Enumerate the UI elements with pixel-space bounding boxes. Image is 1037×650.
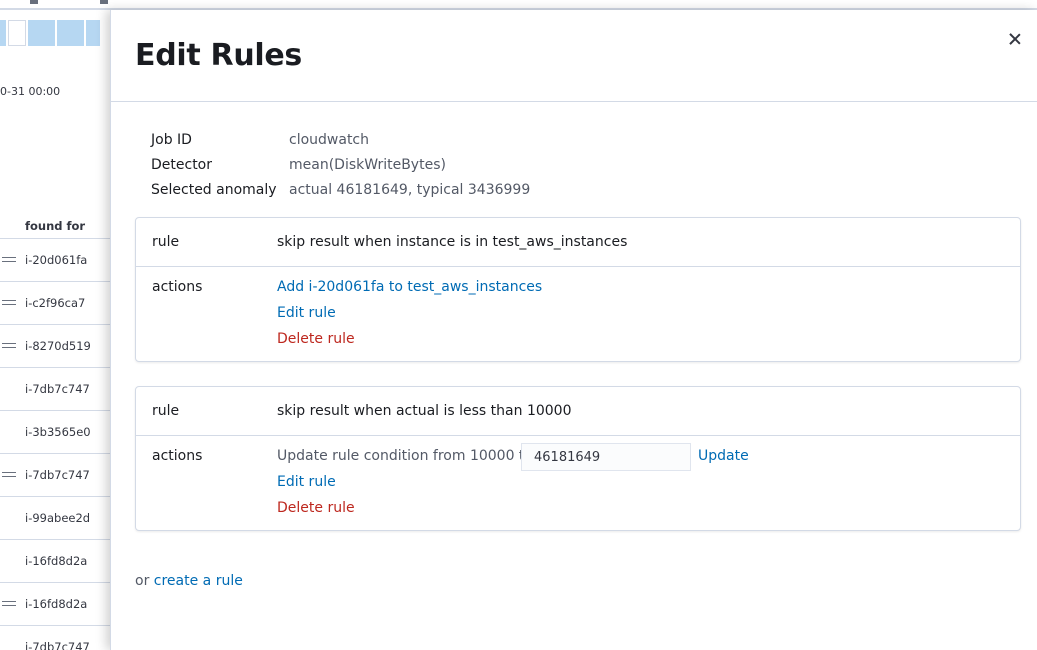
description-row: Detector mean(DiskWriteBytes): [151, 157, 530, 182]
create-rule-link[interactable]: create a rule: [154, 573, 243, 589]
rule-panel: rule skip result when actual is less tha…: [135, 386, 1021, 531]
description-row: Job ID cloudwatch: [151, 132, 530, 157]
delete-rule-link[interactable]: Delete rule: [277, 331, 355, 347]
actions-list: Update rule condition from 10000 to Upda…: [277, 443, 749, 526]
swimlane-cells: [0, 20, 100, 46]
toolbar-icon: [30, 0, 38, 4]
toolbar-icon: [100, 0, 108, 4]
job-id-label: Job ID: [151, 132, 192, 148]
found-for-value: i-99abee2d: [25, 511, 91, 525]
rule-settings-icon: [2, 601, 16, 609]
add-to-filter-link[interactable]: Add i-20d061fa to test_aws_instances: [277, 279, 542, 295]
rule-panel: rule skip result when instance is in tes…: [135, 217, 1021, 362]
job-id-value: cloudwatch: [289, 132, 370, 148]
close-icon[interactable]: [1007, 31, 1023, 47]
rule-settings-icon: [2, 300, 16, 308]
rule-settings-icon: [2, 257, 16, 265]
table-row[interactable]: i-99abee2d: [0, 497, 112, 540]
found-for-value: i-20d061fa: [25, 253, 88, 267]
flyout-title: Edit Rules: [135, 38, 302, 73]
detector-value: mean(DiskWriteBytes): [289, 157, 446, 173]
actions-label: actions: [152, 448, 203, 464]
swimlane-cell[interactable]: [28, 20, 55, 46]
background-page: 0-31 00:00 found for i-20d061fa i-c2f96ca…: [0, 0, 112, 650]
found-for-value: i-c2f96ca7: [25, 296, 86, 310]
found-for-value: i-3b3565e0: [25, 425, 91, 439]
table-row[interactable]: i-8270d519: [0, 325, 112, 368]
table-row[interactable]: i-20d061fa: [0, 239, 112, 282]
rule-label: rule: [152, 403, 180, 419]
anomalies-table: i-20d061fa i-c2f96ca7 i-8270d519 i-7db7c747…: [0, 238, 112, 650]
anomaly-description: Job ID cloudwatch Detector mean(DiskWrit…: [151, 132, 530, 207]
found-for-value: i-8270d519: [25, 339, 91, 353]
edit-rule-link[interactable]: Edit rule: [277, 474, 336, 490]
selected-anomaly-value: actual 46181649, typical 3436999: [289, 182, 531, 198]
table-row[interactable]: i-7db7c747: [0, 454, 112, 497]
rule-settings-icon: [2, 343, 16, 351]
table-row[interactable]: i-3b3565e0: [0, 411, 112, 454]
rule-row: rule skip result when actual is less tha…: [136, 387, 1020, 436]
found-for-value: i-7db7c747: [25, 640, 90, 650]
table-row[interactable]: i-16fd8d2a: [0, 540, 112, 583]
actions-label: actions: [152, 279, 203, 295]
create-rule-footer: or create a rule: [135, 573, 243, 589]
divider: [111, 101, 1037, 102]
delete-rule-link[interactable]: Delete rule: [277, 500, 355, 516]
swimlane-time-label: 0-31 00:00: [0, 85, 61, 98]
edit-rule-link[interactable]: Edit rule: [277, 305, 336, 321]
found-for-value: i-7db7c747: [25, 382, 90, 396]
swimlane-cell[interactable]: [0, 20, 6, 46]
swimlane-cell[interactable]: [8, 20, 26, 46]
update-condition-text: Update rule condition from 10000 to: [277, 448, 533, 464]
edit-rules-flyout: Edit Rules Job ID cloudwatch Detector me…: [110, 10, 1037, 650]
table-row[interactable]: i-c2f96ca7: [0, 282, 112, 325]
rule-row: rule skip result when instance is in tes…: [136, 218, 1020, 267]
swimlane-cell[interactable]: [57, 20, 84, 46]
description-row: Selected anomaly actual 46181649, typica…: [151, 182, 530, 207]
footer-prefix: or: [135, 573, 150, 589]
rule-settings-icon: [2, 472, 16, 480]
swimlane-cell[interactable]: [86, 20, 100, 46]
found-for-value: i-16fd8d2a: [25, 554, 88, 568]
rule-label: rule: [152, 234, 180, 250]
table-row[interactable]: i-7db7c747: [0, 626, 112, 650]
update-link[interactable]: Update: [698, 448, 749, 465]
table-header-found-for: found for: [25, 219, 86, 233]
selected-anomaly-label: Selected anomaly: [151, 182, 277, 198]
rule-description: skip result when actual is less than 100…: [277, 403, 572, 419]
detector-label: Detector: [151, 157, 213, 173]
actions-list: Add i-20d061fa to test_aws_instances Edi…: [277, 279, 542, 357]
found-for-value: i-7db7c747: [25, 468, 90, 482]
table-row[interactable]: i-7db7c747: [0, 368, 112, 411]
condition-value-input[interactable]: [521, 443, 691, 471]
table-row[interactable]: i-16fd8d2a: [0, 583, 112, 626]
found-for-value: i-16fd8d2a: [25, 597, 88, 611]
rule-description: skip result when instance is in test_aws…: [277, 234, 628, 250]
